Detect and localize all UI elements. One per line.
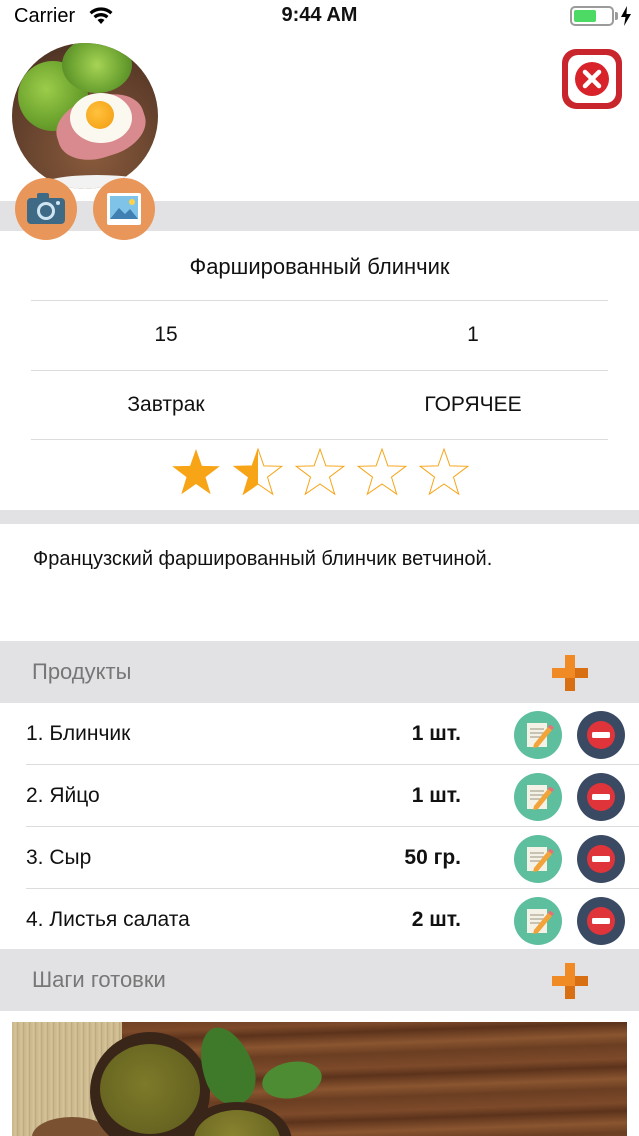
edit-product-button[interactable] <box>514 835 562 883</box>
product-row: 1. Блинчик 1 шт. <box>0 703 639 765</box>
delete-product-button[interactable] <box>577 897 625 945</box>
close-icon <box>582 69 602 89</box>
close-button[interactable] <box>562 49 622 109</box>
charging-bolt-icon <box>621 6 631 26</box>
camera-icon <box>27 193 65 224</box>
recipe-description[interactable]: Французский фаршированный блинчик ветчин… <box>33 548 492 571</box>
edit-icon <box>527 909 554 934</box>
delete-icon <box>587 721 615 749</box>
delete-icon <box>587 783 615 811</box>
product-row: 4. Листья салата 2 шт. <box>0 889 639 951</box>
dish-type-field[interactable]: ГОРЯЧЕЕ <box>373 393 573 417</box>
camera-button[interactable] <box>15 178 77 240</box>
edit-icon <box>527 723 554 748</box>
star-icon[interactable] <box>172 449 220 495</box>
edit-product-button[interactable] <box>514 711 562 759</box>
cooking-time-field[interactable]: 15 <box>66 323 266 347</box>
divider <box>31 370 608 371</box>
star-icon[interactable] <box>232 447 284 496</box>
clock: 9:44 AM <box>281 4 358 26</box>
star-icon[interactable] <box>356 447 408 496</box>
product-name: 4. Листья салата <box>26 908 190 931</box>
category-field[interactable]: Завтрак <box>66 393 266 417</box>
product-name: 3. Сыр <box>26 846 92 869</box>
delete-product-button[interactable] <box>577 835 625 883</box>
section-divider-bar <box>0 510 639 524</box>
steps-header: Шаги готовки <box>0 949 639 1011</box>
divider <box>31 439 608 440</box>
products-header: Продукты <box>0 641 639 703</box>
edit-icon <box>527 847 554 872</box>
product-quantity: 1 шт. <box>411 784 461 807</box>
star-icon[interactable] <box>418 447 470 496</box>
delete-product-button[interactable] <box>577 773 625 821</box>
status-bar: Carrier 9:44 AM <box>0 0 639 34</box>
servings-field[interactable]: 1 <box>373 323 573 347</box>
recipe-photo[interactable] <box>12 43 158 189</box>
step-image[interactable] <box>12 1022 627 1136</box>
steps-title: Шаги готовки <box>32 967 166 992</box>
recipe-name-field[interactable]: Фаршированный блинчик <box>0 254 639 280</box>
gallery-icon <box>107 193 141 225</box>
battery-tip <box>615 12 618 20</box>
edit-product-button[interactable] <box>514 897 562 945</box>
delete-icon <box>587 907 615 935</box>
product-row: 2. Яйцо 1 шт. <box>0 765 639 827</box>
add-product-button[interactable] <box>550 653 590 693</box>
product-quantity: 50 гр. <box>404 846 461 869</box>
product-name: 1. Блинчик <box>26 722 131 745</box>
delete-product-button[interactable] <box>577 711 625 759</box>
star-icon[interactable] <box>294 447 346 496</box>
product-name: 2. Яйцо <box>26 784 100 807</box>
edit-product-button[interactable] <box>514 773 562 821</box>
rating-stars[interactable] <box>170 447 470 499</box>
edit-icon <box>527 785 554 810</box>
battery-icon <box>570 6 614 26</box>
add-step-button[interactable] <box>550 961 590 1001</box>
product-quantity: 1 шт. <box>411 722 461 745</box>
product-row: 3. Сыр 50 гр. <box>0 827 639 889</box>
products-title: Продукты <box>32 659 132 684</box>
gallery-button[interactable] <box>93 178 155 240</box>
product-quantity: 2 шт. <box>411 908 461 931</box>
divider <box>31 300 608 301</box>
delete-icon <box>587 845 615 873</box>
